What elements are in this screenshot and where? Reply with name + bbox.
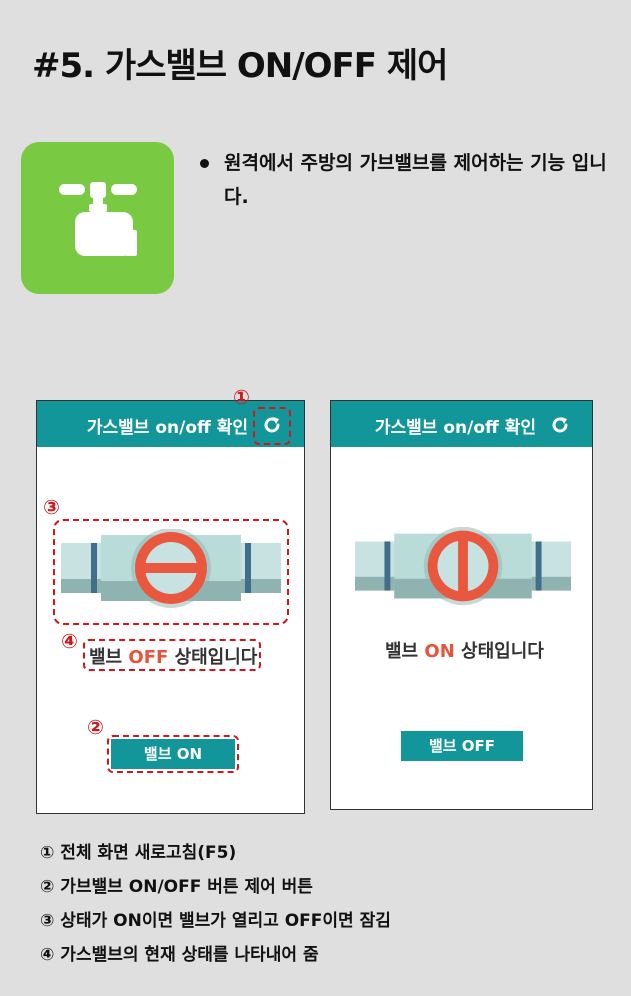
valve-status-text: 밸브 ON 상태입니다 bbox=[385, 637, 544, 663]
valve-highlight-box bbox=[53, 519, 289, 625]
page-title: #5. 가스밸브 ON/OFF 제어 bbox=[32, 46, 448, 86]
button-highlight-box bbox=[107, 735, 239, 773]
valve-off-button[interactable]: 밸브 OFF bbox=[401, 731, 523, 761]
status-state: ON bbox=[424, 641, 455, 662]
marker-4: ④ bbox=[61, 629, 78, 653]
gas-valve-feature-icon bbox=[21, 142, 174, 294]
marker-1: ① bbox=[233, 385, 250, 409]
legend-item-3: ③ 상태가 ON이면 밸브가 열리고 OFF이면 잠김 bbox=[40, 911, 391, 931]
header-title: 가스밸브 on/off 확인 bbox=[86, 418, 248, 438]
feature-description: 원격에서 주방의 가브밸브를 제어하는 기능 입니다. bbox=[200, 146, 620, 214]
refresh-icon[interactable] bbox=[550, 415, 570, 435]
phone-screen-valve-off: 가스밸브 on/off 확인 ③ 밸브 OFF 상태입니다 ④ 밸브 ON ② … bbox=[36, 385, 305, 814]
legend-item-4: ④ 가스밸브의 현재 상태를 나타내어 줌 bbox=[40, 945, 319, 965]
legend-item-2: ② 가브밸브 ON/OFF 버튼 제어 버튼 bbox=[40, 877, 313, 897]
bullet-dot bbox=[200, 159, 209, 168]
legend-item-1: ① 전체 화면 새로고침(F5) bbox=[40, 843, 237, 863]
phone-screen-valve-on: 가스밸브 on/off 확인 밸브 ON 상태입니다 밸브 OFF bbox=[330, 400, 593, 810]
status-suffix: 상태입니다 bbox=[454, 641, 544, 662]
header-title: 가스밸브 on/off 확인 bbox=[374, 418, 536, 438]
status-highlight-box bbox=[83, 639, 261, 671]
legend: ① 전체 화면 새로고침(F5) ② 가브밸브 ON/OFF 버튼 제어 버튼 … bbox=[40, 836, 391, 972]
status-prefix: 밸브 bbox=[385, 641, 425, 662]
refresh-highlight-box bbox=[253, 407, 291, 445]
description-text: 원격에서 주방의 가브밸브를 제어하는 기능 입니다. bbox=[224, 152, 607, 208]
marker-2: ② bbox=[87, 715, 104, 739]
marker-3: ③ bbox=[43, 495, 60, 519]
faucet-icon bbox=[59, 182, 137, 256]
app-header: 가스밸브 on/off 확인 bbox=[331, 401, 592, 447]
valve-open-image bbox=[355, 527, 571, 606]
